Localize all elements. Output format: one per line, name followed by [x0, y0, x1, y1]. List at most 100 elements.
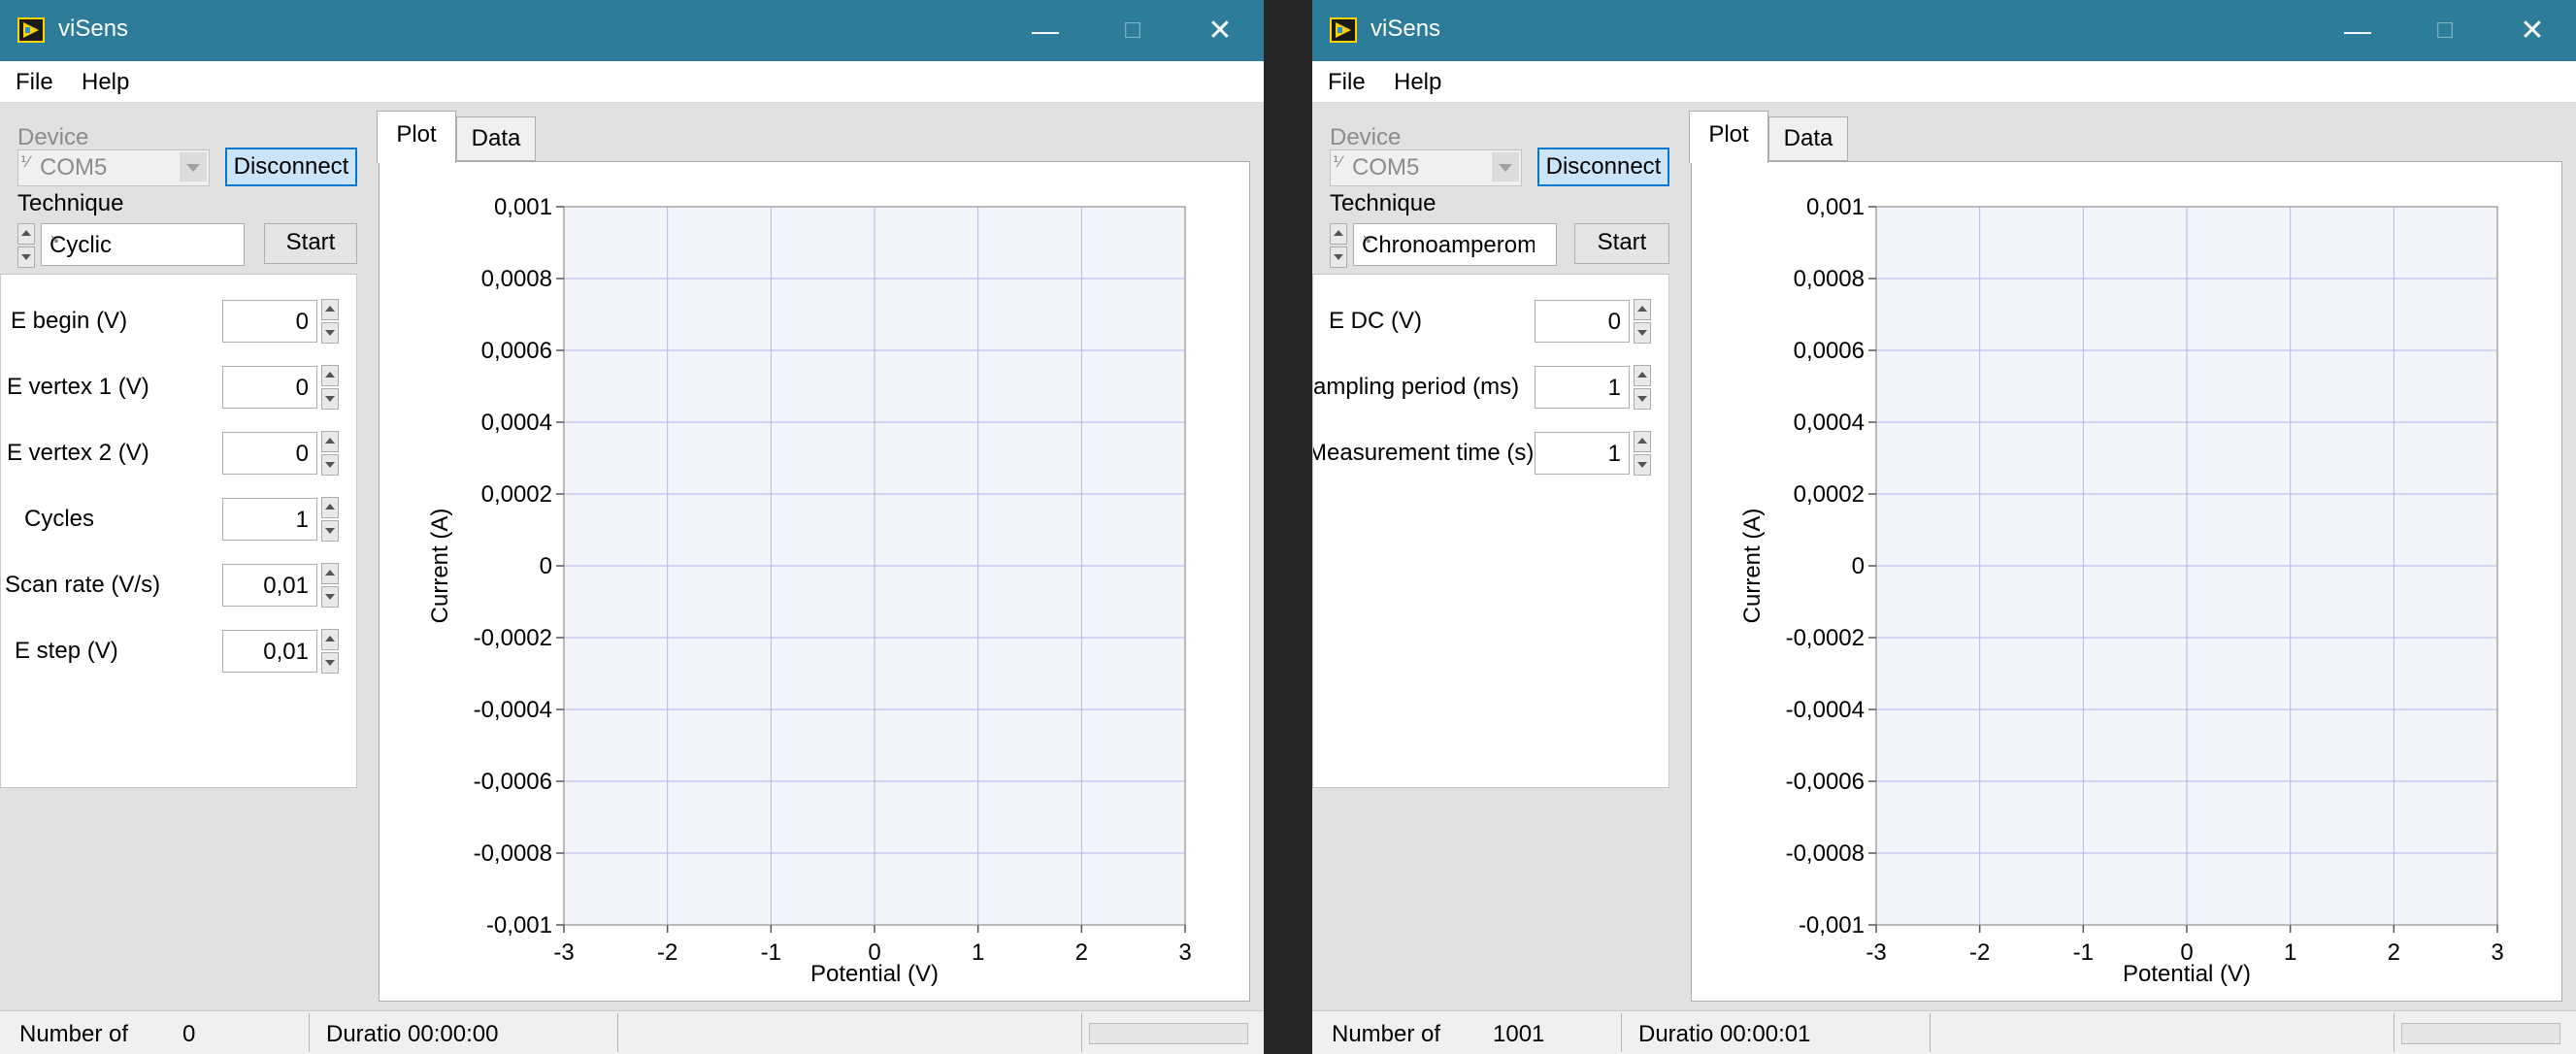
spinner-down-icon[interactable]	[321, 652, 339, 674]
param-input[interactable]: 1	[222, 498, 317, 541]
spinner-up-icon[interactable]	[321, 431, 339, 452]
spinner-down-icon[interactable]	[1634, 322, 1651, 344]
param-input[interactable]: 1	[1535, 432, 1630, 475]
tab-data[interactable]: Data	[1768, 116, 1848, 161]
spinner-up-icon[interactable]	[1634, 299, 1651, 320]
x-tick-label: 1	[972, 939, 984, 966]
tab-plot[interactable]: Plot	[1689, 111, 1768, 163]
spinner-up-icon[interactable]	[17, 223, 35, 245]
spinner-down-icon[interactable]	[321, 520, 339, 542]
disconnect-button[interactable]: Disconnect	[1537, 148, 1669, 186]
spinner-down-icon[interactable]	[321, 586, 339, 608]
menu-file[interactable]: File	[1328, 69, 1366, 96]
y-tick-label: -0,0002	[474, 625, 552, 651]
x-tick-label: -2	[657, 939, 677, 966]
param-label: E vertex 2 (V)	[7, 440, 149, 466]
x-tick-label: 2	[2388, 939, 2400, 966]
x-axis-label: Potential (V)	[810, 961, 939, 987]
param-input[interactable]: 0	[222, 366, 317, 409]
spinner-up-icon[interactable]	[321, 629, 339, 650]
maximize-icon[interactable]: ☐	[1089, 10, 1176, 52]
param-input[interactable]: 0	[1535, 300, 1630, 343]
param-spinner[interactable]	[321, 629, 339, 674]
param-input[interactable]: 0,01	[222, 564, 317, 607]
y-tick-label: -0,0008	[474, 840, 552, 867]
menu-file[interactable]: File	[16, 69, 53, 96]
spinner-up-icon[interactable]	[1634, 431, 1651, 452]
technique-spinner[interactable]	[17, 223, 35, 268]
param-spinner[interactable]	[1634, 365, 1651, 410]
close-icon[interactable]: ✕	[1176, 10, 1264, 52]
spinner-up-icon[interactable]	[321, 365, 339, 386]
title-bar[interactable]: viSens — ☐ ✕	[0, 0, 1264, 61]
start-button[interactable]: Start	[264, 223, 357, 264]
param-row: E step (V) 0,01	[1, 628, 356, 675]
spinner-up-icon[interactable]	[1330, 223, 1347, 245]
technique-label: Technique	[17, 190, 124, 216]
x-tick-label: 2	[1075, 939, 1088, 966]
tab-data[interactable]: Data	[456, 116, 536, 161]
param-spinner[interactable]	[1634, 299, 1651, 344]
minimize-icon[interactable]: —	[1002, 10, 1089, 52]
param-row: E vertex 1 (V) 0	[1, 364, 356, 411]
technique-select[interactable]: Cyclic ↘	[41, 223, 245, 266]
technique-label: Technique	[1330, 190, 1437, 216]
menu-help[interactable]: Help	[1394, 69, 1441, 96]
device-label: Device	[1330, 124, 1402, 150]
spinner-down-icon[interactable]	[321, 388, 339, 410]
y-tick-label: 0,0006	[481, 338, 552, 364]
param-value: 1	[1607, 375, 1621, 401]
x-tick-label: -2	[1969, 939, 1990, 966]
param-label: E DC (V)	[1329, 308, 1422, 334]
spinner-down-icon[interactable]	[1330, 247, 1347, 268]
maximize-icon[interactable]: ☐	[2401, 10, 2489, 52]
param-input[interactable]: 0	[222, 300, 317, 343]
technique-select[interactable]: Chronoamperom ↘	[1353, 223, 1557, 266]
param-value: 1	[295, 507, 309, 533]
x-axis-label: Potential (V)	[2123, 961, 2251, 987]
y-tick-label: 0,0002	[481, 481, 552, 508]
param-spinner[interactable]	[321, 299, 339, 344]
technique-spinner[interactable]	[1330, 223, 1347, 268]
minimize-icon[interactable]: —	[2314, 10, 2401, 52]
param-spinner[interactable]	[321, 431, 339, 476]
tab-plot[interactable]: Plot	[377, 111, 456, 163]
device-prefix: ⅟	[1333, 154, 1342, 171]
start-button[interactable]: Start	[1574, 223, 1669, 264]
menu-help[interactable]: Help	[82, 69, 129, 96]
spinner-up-icon[interactable]	[321, 563, 339, 584]
param-input[interactable]: 0,01	[222, 630, 317, 673]
spinner-down-icon[interactable]	[321, 454, 339, 476]
visens-window-chronoamperometry: viSens — ☐ ✕ File Help Device ⅟ COM5 Dis…	[1312, 0, 2576, 1054]
close-icon[interactable]: ✕	[2489, 10, 2576, 52]
spinner-down-icon[interactable]	[1634, 388, 1651, 410]
param-input[interactable]: 1	[1535, 366, 1630, 409]
param-spinner[interactable]	[321, 497, 339, 542]
disconnect-button[interactable]: Disconnect	[225, 148, 357, 186]
spinner-up-icon[interactable]	[1634, 365, 1651, 386]
param-input[interactable]: 0	[222, 432, 317, 475]
spinner-down-icon[interactable]	[17, 247, 35, 268]
param-row: E DC (V) 0	[1313, 298, 1668, 345]
spinner-down-icon[interactable]	[1634, 454, 1651, 476]
status-number-value: 0	[182, 1021, 196, 1047]
status-number-label: Number of	[19, 1021, 129, 1047]
spinner-down-icon[interactable]	[321, 322, 339, 344]
spinner-up-icon[interactable]	[321, 299, 339, 320]
x-tick-label: -1	[761, 939, 781, 966]
plot-panel: -3 -2 -1 0 1 2 3 0,001 0,0008 0,0006 0,0004 0,0002 0…	[1691, 161, 2562, 1002]
dropdown-arrow-icon	[180, 152, 207, 181]
param-spinner[interactable]	[1634, 431, 1651, 476]
param-row: Scan rate (V/s) 0,01	[1, 562, 356, 609]
status-separator	[617, 1013, 618, 1052]
title-bar[interactable]: viSens — ☐ ✕	[1312, 0, 2576, 61]
y-axis-label: Current (A)	[427, 509, 453, 624]
status-duration: Duratio 00:00:01	[1638, 1021, 1811, 1047]
param-value: 0	[295, 375, 309, 401]
status-duration: Duratio 00:00:00	[326, 1021, 499, 1047]
param-spinner[interactable]	[321, 563, 339, 608]
x-tick-label: 3	[2491, 939, 2503, 966]
menu-bar: File Help	[1312, 61, 2576, 103]
spinner-up-icon[interactable]	[321, 497, 339, 518]
param-spinner[interactable]	[321, 365, 339, 410]
